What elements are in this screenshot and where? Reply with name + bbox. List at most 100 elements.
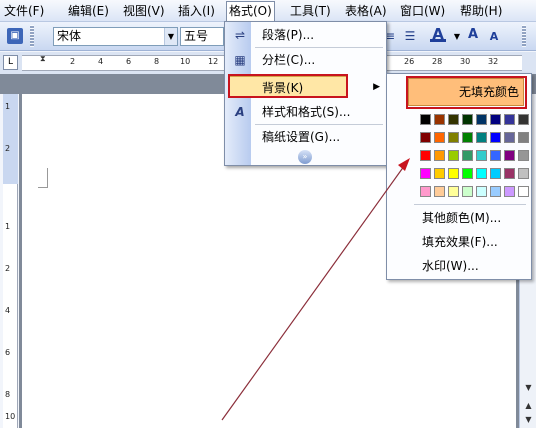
color-swatch[interactable]: [448, 132, 459, 143]
color-swatch[interactable]: [434, 132, 445, 143]
color-swatch[interactable]: [504, 150, 515, 161]
color-swatch[interactable]: [462, 150, 473, 161]
menu-format[interactable]: 格式(O): [226, 1, 275, 22]
color-swatch[interactable]: [420, 150, 431, 161]
menu-tools[interactable]: 工具(T): [290, 3, 331, 20]
menu-item-label: 分栏(C)...: [262, 53, 316, 67]
ruler-number: 26: [404, 57, 415, 66]
color-swatch[interactable]: [434, 150, 445, 161]
color-swatch[interactable]: [490, 150, 501, 161]
color-swatch[interactable]: [476, 114, 487, 125]
color-swatch[interactable]: [420, 132, 431, 143]
vruler-number: 10: [5, 412, 16, 421]
vruler-number: 4: [5, 306, 11, 315]
expand-menu-icon[interactable]: »: [298, 150, 312, 164]
color-swatch[interactable]: [518, 168, 529, 179]
chevron-down-icon[interactable]: ▼: [522, 414, 535, 426]
annotation-box: [406, 76, 527, 109]
ruler-number: 6: [126, 57, 132, 66]
color-swatch[interactable]: [490, 132, 501, 143]
toolbar-grip[interactable]: [522, 25, 526, 47]
menu-help[interactable]: 帮助(H): [460, 3, 502, 20]
color-swatch[interactable]: [504, 186, 515, 197]
color-swatch[interactable]: [434, 168, 445, 179]
vruler-number: 1: [5, 102, 11, 111]
color-swatch[interactable]: [504, 114, 515, 125]
page-margin-corner: [38, 168, 48, 188]
color-swatch[interactable]: [490, 186, 501, 197]
tab-selector[interactable]: L: [3, 55, 18, 70]
color-swatch[interactable]: [448, 168, 459, 179]
chevron-down-icon[interactable]: ▼: [522, 382, 535, 394]
color-swatch[interactable]: [434, 186, 445, 197]
color-swatch[interactable]: [476, 168, 487, 179]
color-swatch[interactable]: [490, 114, 501, 125]
styles-icon: A: [235, 105, 245, 119]
color-swatch[interactable]: [434, 114, 445, 125]
vruler-number: 1: [5, 222, 11, 231]
vruler-number: 2: [5, 264, 11, 273]
chevron-down-icon[interactable]: ▼: [449, 29, 465, 45]
color-swatch[interactable]: [518, 132, 529, 143]
menu-separator: [414, 204, 526, 205]
color-swatch[interactable]: [518, 150, 529, 161]
menu-item-label: 稿纸设置(G)...: [262, 130, 341, 144]
menu-item-label: 段落(P)...: [262, 28, 315, 42]
menu-view[interactable]: 视图(V): [123, 3, 165, 20]
ruler-number: 8: [154, 57, 160, 66]
vertical-ruler[interactable]: 1 2 1 2 4 6 8 10: [3, 94, 18, 428]
menu-insert[interactable]: 插入(I): [178, 3, 215, 20]
color-swatch[interactable]: [420, 114, 431, 125]
color-swatch[interactable]: [448, 186, 459, 197]
chevron-up-icon[interactable]: ▲: [522, 400, 535, 412]
menu-item-styles[interactable]: A 样式和格式(S)...: [226, 101, 385, 123]
font-size-combo[interactable]: 五号: [180, 27, 224, 46]
menu-item-fill-effects[interactable]: 填充效果(F)...: [422, 232, 498, 252]
ruler-number: 4: [98, 57, 104, 66]
vruler-number: 8: [5, 390, 11, 399]
color-swatch[interactable]: [476, 150, 487, 161]
submenu-arrow-icon: ▶: [373, 82, 380, 92]
color-swatch[interactable]: [518, 186, 529, 197]
ruler-number: 10: [180, 57, 191, 66]
ruler-number: 2: [70, 57, 76, 66]
menu-item-manuscript[interactable]: 稿纸设置(G)...: [226, 126, 385, 148]
chevron-down-icon[interactable]: ▼: [164, 28, 177, 45]
menu-table[interactable]: 表格(A): [345, 3, 387, 20]
font-color-icon[interactable]: A: [430, 26, 446, 42]
color-swatch[interactable]: [462, 114, 473, 125]
save-icon[interactable]: ▣: [7, 28, 23, 44]
color-swatch[interactable]: [476, 132, 487, 143]
ruler-number: 30: [460, 57, 471, 66]
shrink-font-icon[interactable]: A: [486, 29, 502, 45]
color-swatch[interactable]: [504, 168, 515, 179]
font-name-value: 宋体: [57, 29, 82, 43]
color-swatch[interactable]: [504, 132, 515, 143]
color-swatch[interactable]: [420, 186, 431, 197]
color-swatch[interactable]: [448, 150, 459, 161]
submenu-arrow-area[interactable]: ▶: [350, 76, 386, 98]
menu-file[interactable]: 文件(F): [4, 3, 44, 20]
indent-marker[interactable]: ⧗: [40, 54, 50, 76]
vruler-number: 6: [5, 348, 11, 357]
color-swatch[interactable]: [518, 114, 529, 125]
menu-item-watermark[interactable]: 水印(W)...: [422, 256, 479, 276]
ruler-number: 28: [432, 57, 443, 66]
menu-edit[interactable]: 编辑(E): [68, 3, 109, 20]
color-swatch[interactable]: [462, 168, 473, 179]
color-swatch[interactable]: [476, 186, 487, 197]
color-swatch[interactable]: [490, 168, 501, 179]
menu-item-more-colors[interactable]: 其他颜色(M)...: [422, 208, 501, 228]
toolbar-grip[interactable]: [30, 25, 34, 47]
color-swatch[interactable]: [420, 168, 431, 179]
font-name-combo[interactable]: 宋体 ▼: [53, 27, 178, 46]
menu-item-paragraph[interactable]: ⇌ 段落(P)...: [226, 24, 385, 46]
menu-bar: 文件(F) 编辑(E) 视图(V) 插入(I) 格式(O) 工具(T) 表格(A…: [0, 0, 536, 22]
color-swatch[interactable]: [448, 114, 459, 125]
line-spacing-icon[interactable]: ☰: [402, 28, 418, 44]
grow-font-icon[interactable]: A: [465, 27, 481, 43]
color-swatch[interactable]: [462, 186, 473, 197]
color-swatch[interactable]: [462, 132, 473, 143]
menu-item-columns[interactable]: ▦ 分栏(C)...: [226, 49, 385, 71]
menu-window[interactable]: 窗口(W): [400, 3, 445, 20]
